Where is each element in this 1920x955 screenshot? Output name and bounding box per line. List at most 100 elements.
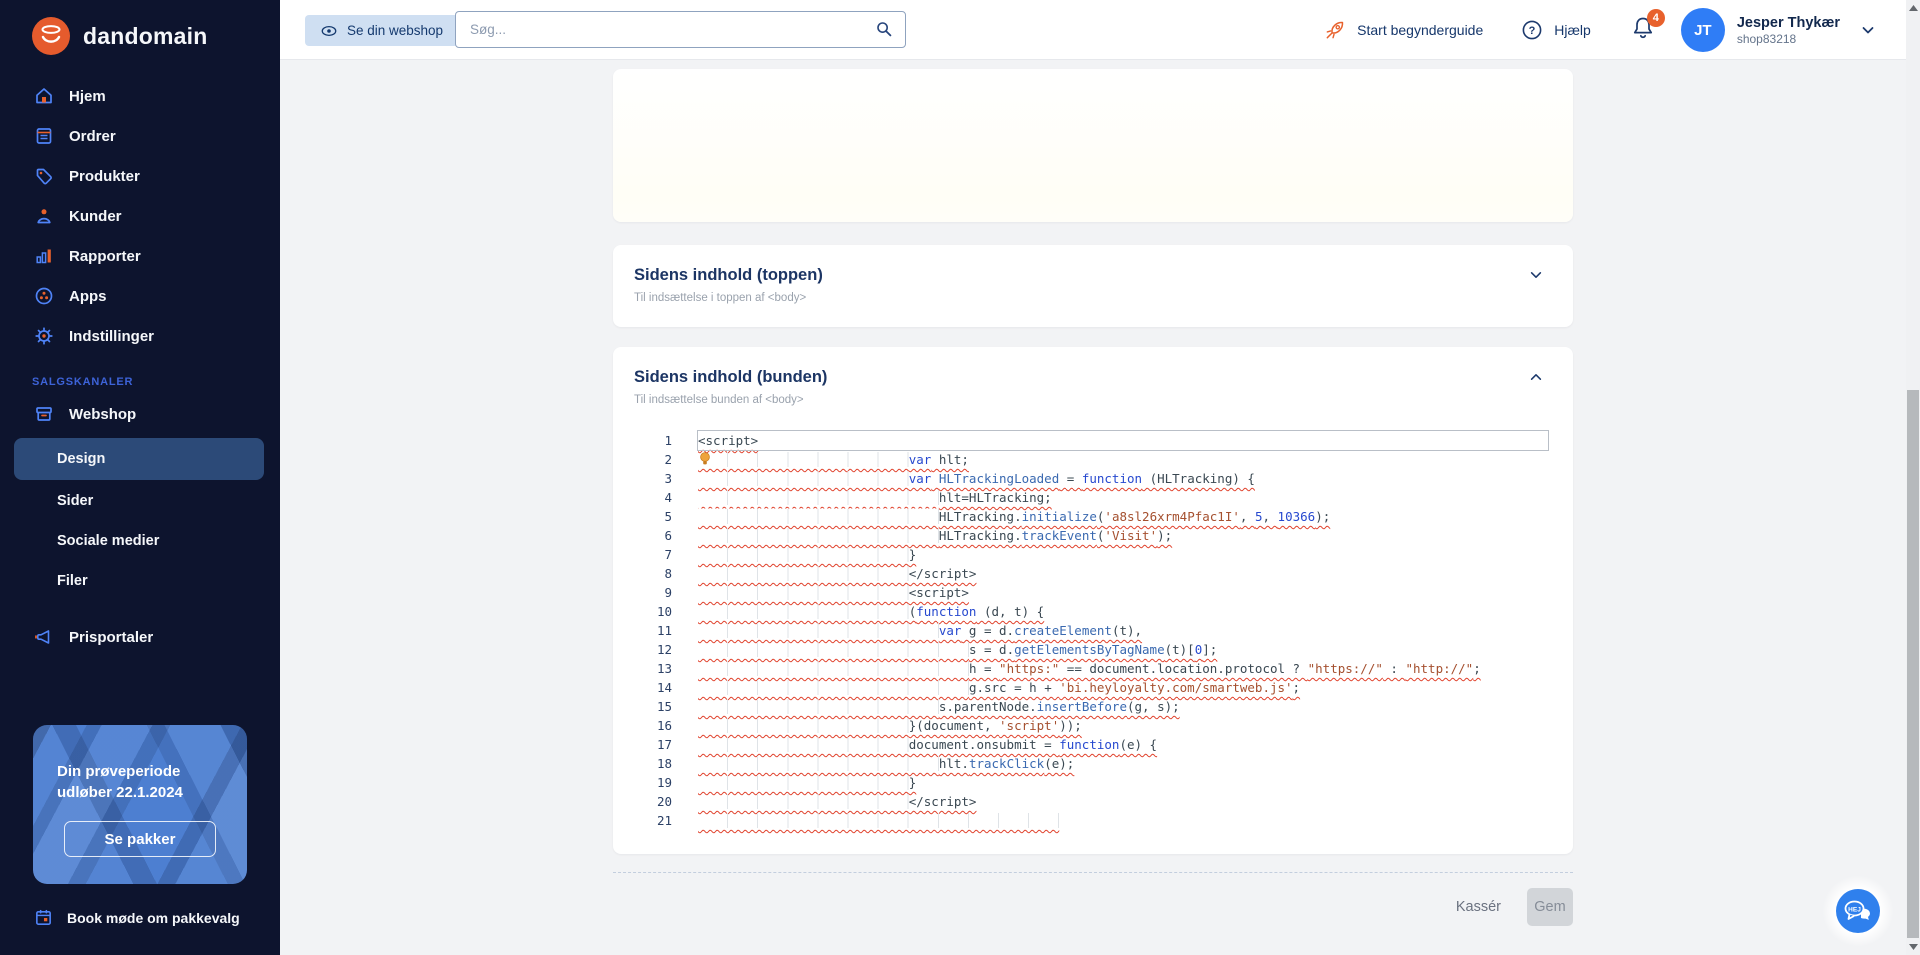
user-menu-chevron-icon[interactable]: [1860, 22, 1876, 38]
code-line-content[interactable]: document.onsubmit = function(e) {: [698, 735, 1548, 754]
webshop-sub-list: DesignSiderSociale medierFiler: [0, 438, 280, 601]
code-line-content[interactable]: (function (d, t) {: [698, 602, 1548, 621]
code-line-content[interactable]: <script>: [698, 431, 1548, 450]
code-line-content[interactable]: </script>: [698, 564, 1548, 583]
sidebar-subitem-filer[interactable]: Filer: [0, 561, 280, 601]
code-line-content[interactable]: s.parentNode.insertBefore(g, s);: [698, 697, 1548, 716]
section-subtitle: Til indsættelse bunden af <body>: [634, 394, 1573, 406]
trial-expiry-text: Din prøveperiode udløber 22.1.2024: [57, 761, 207, 803]
code-line: 7 }: [633, 545, 1548, 564]
section-subtitle: Til indsættelse i toppen af <body>: [634, 292, 1573, 304]
code-line: 13 h = "https:" == document.location.pro…: [633, 659, 1548, 678]
lint-hint-bulb-icon[interactable]: [699, 451, 711, 467]
code-line-content[interactable]: [698, 811, 1548, 830]
code-line: 19 }: [633, 773, 1548, 792]
svg-text:?: ?: [1529, 25, 1536, 37]
sidebar-item-prisportaler[interactable]: Prisportaler: [0, 617, 280, 657]
see-packages-button[interactable]: Se pakker: [64, 821, 216, 857]
scroll-down-arrow[interactable]: [1906, 939, 1920, 955]
code-line-content[interactable]: hlt.trackClick(e);: [698, 754, 1548, 773]
code-line-content[interactable]: var HLTrackingLoaded = function (HLTrack…: [698, 469, 1548, 488]
code-line-content[interactable]: HLTracking.trackEvent('Visit');: [698, 526, 1548, 545]
save-button[interactable]: Gem: [1527, 888, 1573, 926]
code-line-content[interactable]: </script>: [698, 792, 1548, 811]
section-body-bottom: Sidens indhold (bunden) Til indsættelse …: [613, 347, 1573, 854]
search-icon[interactable]: [874, 19, 894, 39]
logo[interactable]: dandomain: [0, 0, 280, 60]
section-title: Sidens indhold (bunden): [634, 368, 1573, 387]
code-line-content[interactable]: }: [698, 773, 1548, 792]
line-number: 1: [633, 431, 698, 450]
chevron-up-icon[interactable]: [1529, 370, 1543, 384]
sidebar-item-ordrer[interactable]: Ordrer: [0, 116, 280, 156]
sidebar-item-hjem[interactable]: Hjem: [0, 76, 280, 116]
code-line-content[interactable]: g.src = h + 'bi.heyloyalty.com/smartweb.…: [698, 678, 1548, 697]
line-number: 21: [633, 811, 698, 830]
help-link[interactable]: ? Hjælp: [1521, 19, 1591, 41]
code-line-content[interactable]: }(document, 'script'));: [698, 716, 1548, 735]
scroll-up-arrow[interactable]: [1906, 0, 1920, 16]
line-number: 17: [633, 735, 698, 754]
chevron-down-icon[interactable]: [1529, 268, 1543, 282]
code-line: 1<script>: [633, 431, 1548, 450]
sidebar-item-apps[interactable]: Apps: [0, 276, 280, 316]
code-line-content[interactable]: <script>: [698, 583, 1548, 602]
topbar: Se din webshop Start begynderguide ? Hjæ…: [280, 0, 1906, 60]
code-line-content[interactable]: s = d.getElementsByTagName(t)[0];: [698, 640, 1548, 659]
book-meeting-link[interactable]: Book møde om pakkevalg: [34, 908, 240, 927]
section-body-bottom-header[interactable]: Sidens indhold (bunden) Til indsættelse …: [613, 347, 1573, 406]
code-line-content[interactable]: var hlt;: [698, 450, 1548, 469]
scrolled-section-card: [613, 69, 1573, 222]
discard-button[interactable]: Kassér: [1456, 899, 1501, 915]
code-line: 2 var hlt;: [633, 450, 1548, 469]
code-line: 12 s = d.getElementsByTagName(t)[0];: [633, 640, 1548, 659]
sidebar-subitem-sociale-medier[interactable]: Sociale medier: [0, 521, 280, 561]
sidebar-item-rapporter[interactable]: Rapporter: [0, 236, 280, 276]
code-line-content[interactable]: hlt=HLTracking;: [698, 488, 1548, 507]
megaphone-icon: [34, 627, 54, 647]
shop-id: shop83218: [1737, 32, 1840, 47]
sidebar-subitem-design[interactable]: Design: [14, 438, 264, 480]
line-number: 7: [633, 545, 698, 564]
code-line-content[interactable]: HLTracking.initialize('a8sl26xrm4Pfac1I'…: [698, 507, 1548, 526]
sidebar-item-produkter[interactable]: Produkter: [0, 156, 280, 196]
user-name: Jesper Thykær: [1737, 14, 1840, 32]
page-scrollbar[interactable]: [1906, 0, 1920, 955]
code-line: 15 s.parentNode.insertBefore(g, s);: [633, 697, 1548, 716]
line-number: 19: [633, 773, 698, 792]
start-guide-link[interactable]: Start begynderguide: [1323, 19, 1483, 42]
code-editor[interactable]: 1<script>2 var hlt;3 var HLTrackingLoade…: [633, 431, 1548, 830]
scrollbar-thumb[interactable]: [1907, 390, 1919, 938]
sidebar-nav: HjemOrdrerProdukterKunderRapporterAppsIn…: [0, 76, 280, 356]
sidebar-subitem-sider[interactable]: Sider: [0, 481, 280, 521]
line-number: 15: [633, 697, 698, 716]
sidebar-item-kunder[interactable]: Kunder: [0, 196, 280, 236]
code-line: 14 g.src = h + 'bi.heyloyalty.com/smartw…: [633, 678, 1548, 697]
products-icon: [34, 166, 54, 186]
calendar-icon: [34, 908, 53, 927]
line-number: 8: [633, 564, 698, 583]
sidebar-section-label: SALGSKANALER: [0, 356, 280, 394]
code-line-content[interactable]: }: [698, 545, 1548, 564]
footer-divider: [613, 872, 1573, 873]
apps-icon: [34, 286, 54, 306]
webshop-icon: [34, 404, 54, 424]
code-line-content[interactable]: var g = d.createElement(t),: [698, 621, 1548, 640]
code-line-content[interactable]: h = "https:" == document.location.protoc…: [698, 659, 1548, 678]
reports-icon: [34, 246, 54, 266]
line-number: 16: [633, 716, 698, 735]
sidebar-item-webshop[interactable]: Webshop: [0, 394, 280, 434]
notifications-button[interactable]: 4: [1631, 15, 1657, 45]
search-input[interactable]: [455, 11, 906, 48]
orders-icon: [34, 126, 54, 146]
section-body-top-header[interactable]: Sidens indhold (toppen) Til indsættelse …: [613, 245, 1573, 304]
avatar[interactable]: JT: [1681, 8, 1725, 52]
customers-icon: [34, 206, 54, 226]
chat-widget-button[interactable]: HEJ: [1836, 889, 1880, 933]
view-webshop-button[interactable]: Se din webshop: [305, 15, 458, 46]
section-title: Sidens indhold (toppen): [634, 266, 1573, 285]
sidebar: dandomain HjemOrdrerProdukterKunderRappo…: [0, 0, 280, 955]
code-line: 4 hlt=HLTracking;: [633, 488, 1548, 507]
user-menu[interactable]: Jesper Thykær shop83218: [1737, 14, 1840, 47]
sidebar-item-indstillinger[interactable]: Indstillinger: [0, 316, 280, 356]
